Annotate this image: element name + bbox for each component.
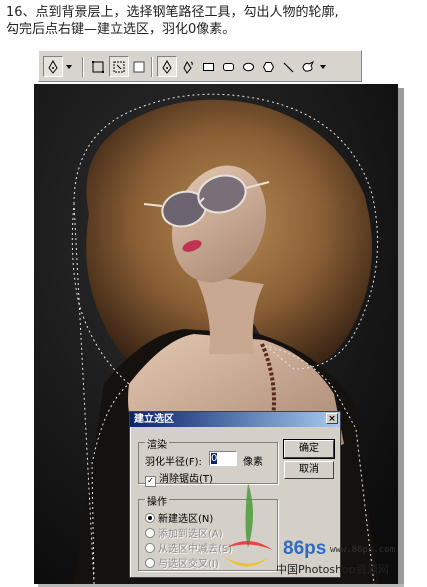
caption-line-1: 16、点到背景层上，选择钢笔路径工具，勾出人物的轮廓, <box>6 5 339 20</box>
intersect-selection-radio[interactable]: 与选区交叉(I) <box>145 555 219 570</box>
add-to-selection-label: 添加到选区(A) <box>158 529 223 540</box>
polygon-icon <box>262 61 274 72</box>
pen-tool-preset-button[interactable] <box>43 56 63 77</box>
feather-label: 羽化半径(F): <box>145 457 202 468</box>
radio-selected-icon <box>145 513 155 523</box>
fill-pixels-icon <box>133 61 145 72</box>
new-selection-label: 新建选区(N) <box>158 514 214 525</box>
custom-shape-icon <box>302 60 315 72</box>
tutorial-caption: 16、点到背景层上，选择钢笔路径工具，勾出人物的轮廓, 勾完后点右键—建立选区，… <box>6 4 424 38</box>
render-group-label: 渲染 <box>145 436 169 451</box>
freeform-pen-button[interactable] <box>179 56 197 77</box>
radio-icon <box>145 543 155 553</box>
dropdown-arrow-icon <box>66 64 72 69</box>
custom-shape-tool-button[interactable] <box>299 56 317 77</box>
operation-group-label: 操作 <box>145 493 169 508</box>
antialias-label: 消除锯齿(T) <box>159 474 213 485</box>
feather-unit-label: 像素 <box>243 457 263 468</box>
toolbar-separator <box>82 57 84 77</box>
tool-preset-dropdown[interactable] <box>63 56 75 77</box>
ellipse-icon <box>242 62 254 71</box>
watermark-logo <box>223 483 273 567</box>
dialog-title-bar: 建立选区 × <box>130 412 340 427</box>
dialog-title: 建立选区 <box>134 414 174 425</box>
watermark-brand: 86ps <box>283 538 327 559</box>
antialias-checkbox[interactable]: ✓ <box>145 476 156 487</box>
toolbar-separator <box>151 57 153 77</box>
watermark-url: www.86ps.com <box>330 545 396 555</box>
rectangle-icon <box>202 62 214 71</box>
ok-button[interactable]: 确定 <box>283 439 335 459</box>
rounded-rectangle-tool-button[interactable] <box>219 56 237 77</box>
fill-pixels-button[interactable] <box>131 56 147 77</box>
pen-icon <box>162 59 172 74</box>
ellipse-tool-button[interactable] <box>239 56 257 77</box>
antialias-checkbox-row[interactable]: ✓ 消除锯齿(T) <box>145 470 213 487</box>
custom-shape-dropdown[interactable] <box>317 56 329 77</box>
freeform-pen-icon <box>183 60 193 74</box>
line-icon <box>283 62 293 72</box>
paths-icon <box>113 61 125 72</box>
cancel-button[interactable]: 取消 <box>284 461 334 479</box>
options-toolbar <box>38 50 362 82</box>
feather-value: 0 <box>211 453 218 464</box>
pen-button[interactable] <box>157 56 177 77</box>
feather-radius-input[interactable]: 0 <box>209 451 237 466</box>
intersect-selection-label: 与选区交叉(I) <box>158 559 219 570</box>
line-tool-button[interactable] <box>279 56 297 77</box>
caption-line-2: 勾完后点右键—建立选区，羽化0像素。 <box>6 22 236 37</box>
close-icon[interactable]: × <box>326 413 338 424</box>
dropdown-arrow-icon <box>320 64 326 69</box>
rounded-rectangle-icon <box>222 62 234 71</box>
shape-layers-button[interactable] <box>89 56 107 77</box>
rectangle-tool-button[interactable] <box>199 56 217 77</box>
radio-icon <box>145 558 155 568</box>
photo-shadow <box>398 88 404 584</box>
add-to-selection-radio[interactable]: 添加到选区(A) <box>145 525 223 540</box>
new-selection-radio[interactable]: 新建选区(N) <box>145 510 213 525</box>
watermark-site: 中国Photoshop资源网 <box>276 563 389 576</box>
paths-button[interactable] <box>109 56 129 77</box>
pen-tool-icon <box>48 59 58 74</box>
radio-icon <box>145 528 155 538</box>
shape-layers-icon <box>92 60 104 73</box>
polygon-tool-button[interactable] <box>259 56 277 77</box>
